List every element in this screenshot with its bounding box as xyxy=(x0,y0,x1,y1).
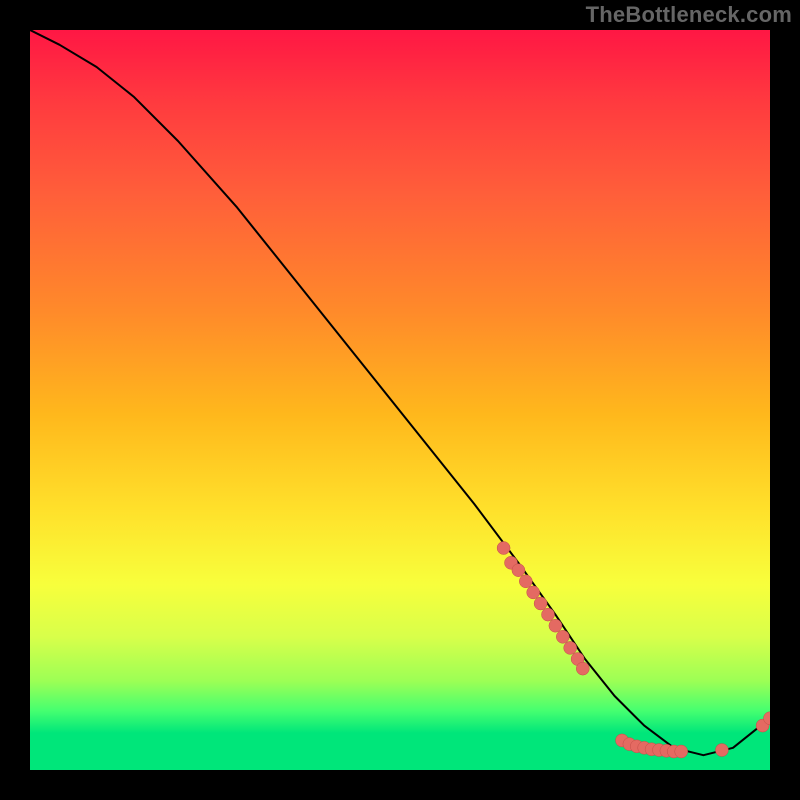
plot-area xyxy=(30,30,770,770)
watermark-label: TheBottleneck.com xyxy=(586,2,792,28)
curve-marker xyxy=(527,586,540,599)
bottleneck-curve-line xyxy=(30,30,770,755)
curve-marker xyxy=(675,745,688,758)
curve-marker xyxy=(542,608,555,621)
curve-markers xyxy=(497,542,770,759)
curve-marker xyxy=(576,662,589,675)
curve-marker xyxy=(512,564,525,577)
curve-marker xyxy=(556,630,569,643)
curve-marker xyxy=(519,575,532,588)
curve-marker xyxy=(534,597,547,610)
curve-marker xyxy=(497,542,510,555)
bottleneck-curve-svg xyxy=(30,30,770,770)
curve-marker xyxy=(564,641,577,654)
curve-marker xyxy=(715,744,728,757)
chart-frame: TheBottleneck.com xyxy=(0,0,800,800)
curve-marker xyxy=(549,619,562,632)
